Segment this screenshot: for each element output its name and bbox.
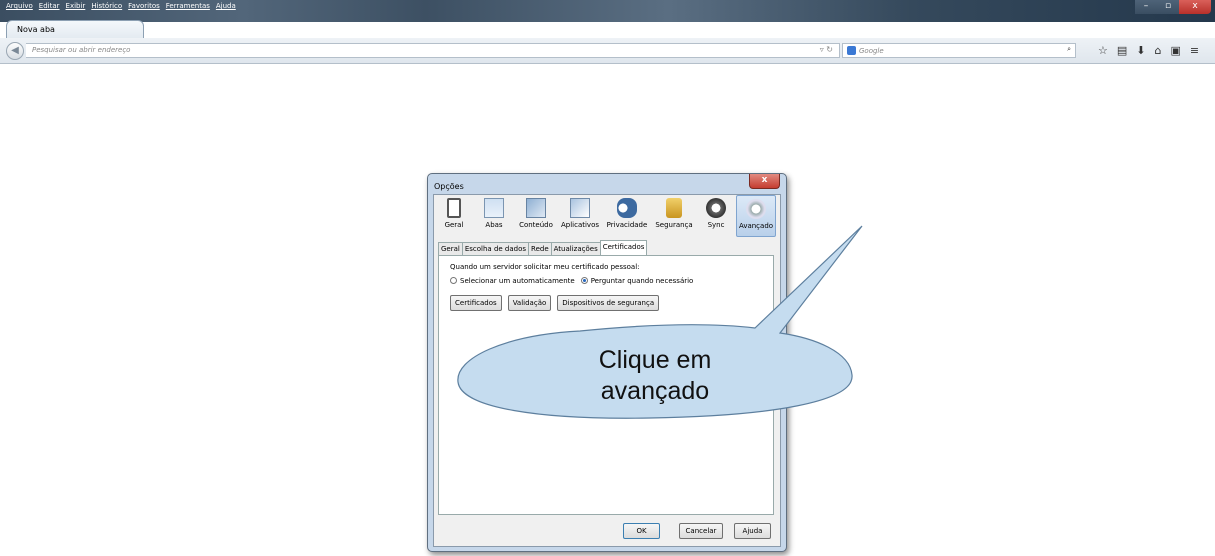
- pref-seguranca[interactable]: Segurança: [652, 195, 696, 237]
- general-icon: [447, 198, 461, 218]
- pref-abas[interactable]: Abas: [474, 195, 514, 237]
- radio-circle-selected[interactable]: [580, 277, 588, 284]
- radio-auto[interactable]: Selecionar um automaticamente: [450, 277, 575, 285]
- content-icon: [526, 198, 546, 218]
- certificados-button[interactable]: Certificados: [450, 295, 502, 311]
- tabs-icon: [484, 198, 504, 218]
- dialog-footer: OK Cancelar Ajuda: [434, 518, 780, 546]
- navigation-toolbar: ◀ Pesquisar ou abrir endereço ▿ ↻ Google…: [0, 38, 1215, 64]
- pref-label: Privacidade: [606, 221, 648, 229]
- dispositivos-button[interactable]: Dispositivos de segurança: [557, 295, 660, 311]
- menu-ajuda[interactable]: Ajuda: [216, 2, 236, 10]
- certificates-panel: Quando um servidor solicitar meu certifi…: [438, 255, 774, 515]
- menu-bar: Arquivo Editar Exibir Histórico Favorito…: [6, 2, 236, 10]
- menu-exibir[interactable]: Exibir: [66, 2, 86, 10]
- pref-label: Conteúdo: [519, 221, 553, 229]
- menu-editar[interactable]: Editar: [39, 2, 60, 10]
- pref-privacidade[interactable]: Privacidade: [602, 195, 652, 237]
- help-button[interactable]: Ajuda: [734, 523, 771, 539]
- menu-hamburger-icon[interactable]: ≡: [1190, 44, 1199, 57]
- certificate-radio-group: Selecionar um automaticamente Perguntar …: [450, 277, 762, 285]
- pref-label: Avançado: [738, 222, 774, 230]
- tab-strip: Nova aba +: [0, 12, 1215, 40]
- certificate-question: Quando um servidor solicitar meu certifi…: [450, 263, 640, 271]
- tab-certificados[interactable]: Certificados: [599, 240, 648, 255]
- pref-conteudo[interactable]: Conteúdo: [514, 195, 558, 237]
- menu-ferramentas[interactable]: Ferramentas: [166, 2, 210, 10]
- pref-label: Geral: [444, 221, 464, 229]
- certificate-buttons: Certificados Validação Dispositivos de s…: [450, 295, 762, 311]
- url-placeholder: Pesquisar ou abrir endereço: [32, 46, 131, 54]
- new-tab-button[interactable]: +: [150, 23, 160, 37]
- pref-label: Abas: [485, 221, 503, 229]
- pref-aplicativos[interactable]: Aplicativos: [558, 195, 602, 237]
- search-engine-icon[interactable]: [847, 46, 856, 55]
- radio-ask[interactable]: Perguntar quando necessário: [580, 277, 694, 285]
- url-bar[interactable]: Pesquisar ou abrir endereço ▿ ↻: [26, 43, 840, 58]
- reload-icon[interactable]: ▿ ↻: [820, 45, 833, 54]
- padlock-icon: [666, 198, 682, 218]
- pref-label: Sync: [707, 221, 725, 229]
- radio-auto-label: Selecionar um automaticamente: [460, 277, 575, 285]
- pref-sync[interactable]: Sync: [696, 195, 736, 237]
- pref-avancado[interactable]: Avançado: [736, 195, 776, 237]
- validacao-button[interactable]: Validação: [507, 295, 552, 311]
- privacy-mask-icon: [617, 198, 637, 218]
- search-icon[interactable]: ⌕: [1067, 45, 1071, 54]
- radio-circle[interactable]: [450, 277, 457, 284]
- menu-arquivo[interactable]: Arquivo: [6, 2, 33, 10]
- radio-ask-label: Perguntar quando necessário: [590, 277, 694, 285]
- pref-label: Segurança: [655, 221, 693, 229]
- pref-geral[interactable]: Geral: [434, 195, 474, 237]
- preferences-toolbar: Geral Abas Conteúdo Aplicativos Privacid…: [434, 195, 780, 238]
- back-button[interactable]: ◀: [6, 42, 24, 60]
- toolbar-icons: ☆ ▤ ⬇ ⌂ ▣ ≡: [1098, 44, 1199, 57]
- dialog-body: Geral Abas Conteúdo Aplicativos Privacid…: [433, 194, 781, 547]
- dialog-title: Opções: [434, 182, 464, 191]
- gear-icon: [746, 199, 766, 219]
- menu-historico[interactable]: Histórico: [91, 2, 122, 10]
- ok-button[interactable]: OK: [623, 523, 660, 539]
- addons-icon[interactable]: ▣: [1170, 44, 1180, 57]
- back-arrow-icon: ◀: [11, 45, 19, 56]
- applications-icon: [570, 198, 590, 218]
- home-icon[interactable]: ⌂: [1155, 44, 1162, 57]
- search-placeholder: Google: [859, 46, 884, 55]
- downloads-icon[interactable]: ⬇: [1136, 44, 1145, 57]
- sync-icon: [706, 198, 726, 218]
- menu-favoritos[interactable]: Favoritos: [128, 2, 160, 10]
- pref-label: Aplicativos: [560, 221, 600, 229]
- bookmark-star-icon[interactable]: ☆: [1098, 44, 1108, 57]
- cancel-button[interactable]: Cancelar: [679, 523, 723, 539]
- dialog-close-button[interactable]: x: [749, 174, 780, 189]
- tab-nova-aba[interactable]: Nova aba: [6, 20, 144, 40]
- options-dialog: Opções x Geral Abas Conteúdo Aplicativos…: [427, 173, 787, 552]
- search-bar[interactable]: Google ⌕: [842, 43, 1076, 58]
- bookmarks-list-icon[interactable]: ▤: [1117, 44, 1127, 57]
